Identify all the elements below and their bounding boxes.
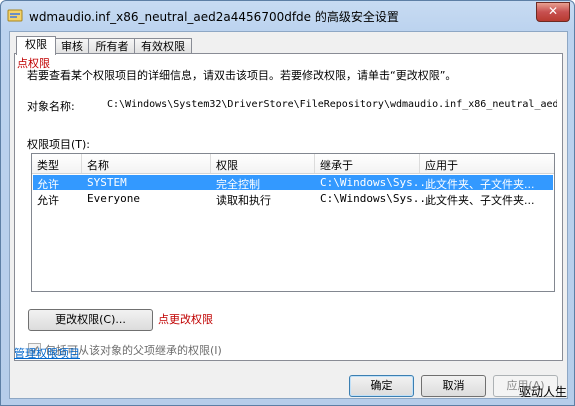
column-divider[interactable] [314, 154, 315, 173]
row-type: 允许 [37, 194, 59, 207]
manage-permissions-link[interactable]: 管理权限项目 [14, 345, 80, 361]
row-applies-to: 此文件夹、子文件夹... [425, 194, 535, 207]
row-name: SYSTEM [87, 176, 127, 189]
instructions-text: 若要查看某个权限项目的详细信息，请双击该项目。若要修改权限，请单击“更改权限”。 [27, 69, 457, 82]
security-settings-window: wdmaudio.inf_x86_neutral_aed2a4456700dfd… [0, 0, 575, 406]
table-row[interactable]: 允许 Everyone 读取和执行 C:\Windows\Sys... 此文件夹… [33, 191, 553, 207]
row-name: Everyone [87, 192, 140, 205]
tab-owner[interactable]: 所有者 [88, 38, 136, 54]
column-inherited-from[interactable]: 继承于 [320, 157, 353, 173]
list-header: 类型 名称 权限 继承于 应用于 [32, 154, 554, 174]
title-bar[interactable]: wdmaudio.inf_x86_neutral_aed2a4456700dfd… [1, 1, 574, 31]
tab-effective-permissions[interactable]: 有效权限 [134, 38, 192, 54]
change-permissions-button[interactable]: 更改权限(C)... [28, 309, 153, 331]
column-applies-to[interactable]: 应用于 [425, 157, 458, 173]
close-button[interactable]: ✕ [536, 2, 570, 22]
row-inherited-from: C:\Windows\Sys... [320, 176, 433, 189]
watermark-text: 驱动人生 [519, 385, 568, 399]
column-divider[interactable] [210, 154, 211, 173]
permissions-panel: 点权限 若要查看某个权限项目的详细信息，请双击该项目。若要修改权限，请单击“更改… [14, 53, 563, 361]
column-permission[interactable]: 权限 [216, 157, 238, 173]
shield-key-icon [7, 9, 23, 22]
cancel-button[interactable]: 取消 [421, 375, 486, 397]
object-name-value: C:\Windows\System32\DriverStore\FileRepo… [107, 99, 557, 110]
entries-label: 权限项目(T): [27, 138, 91, 151]
permission-entries-list[interactable]: 类型 名称 权限 继承于 应用于 允许 SYSTEM 完全控制 C:\Windo… [31, 153, 555, 292]
column-name[interactable]: 名称 [87, 157, 109, 173]
object-name-label: 对象名称: [27, 100, 75, 113]
tab-permissions[interactable]: 权限 [16, 36, 56, 55]
dialog-client: 权限 审核 所有者 有效权限 点权限 若要查看某个权限项目的详细信息，请双击该项… [9, 31, 568, 399]
window-title: wdmaudio.inf_x86_neutral_aed2a4456700dfd… [29, 10, 399, 24]
row-applies-to: 此文件夹、子文件夹... [425, 178, 535, 191]
row-inherited-from: C:\Windows\Sys... [320, 192, 433, 205]
row-permission: 读取和执行 [216, 194, 271, 207]
column-divider[interactable] [419, 154, 420, 173]
table-row[interactable]: 允许 SYSTEM 完全控制 C:\Windows\Sys... 此文件夹、子文… [33, 175, 553, 191]
row-type: 允许 [37, 178, 59, 191]
row-permission: 完全控制 [216, 178, 260, 191]
tab-auditing[interactable]: 审核 [54, 38, 90, 54]
annotation-click-change: 点更改权限 [158, 313, 213, 326]
close-icon: ✕ [547, 4, 559, 18]
ok-button[interactable]: 确定 [349, 375, 414, 397]
column-type[interactable]: 类型 [37, 157, 59, 173]
column-divider[interactable] [81, 154, 82, 173]
